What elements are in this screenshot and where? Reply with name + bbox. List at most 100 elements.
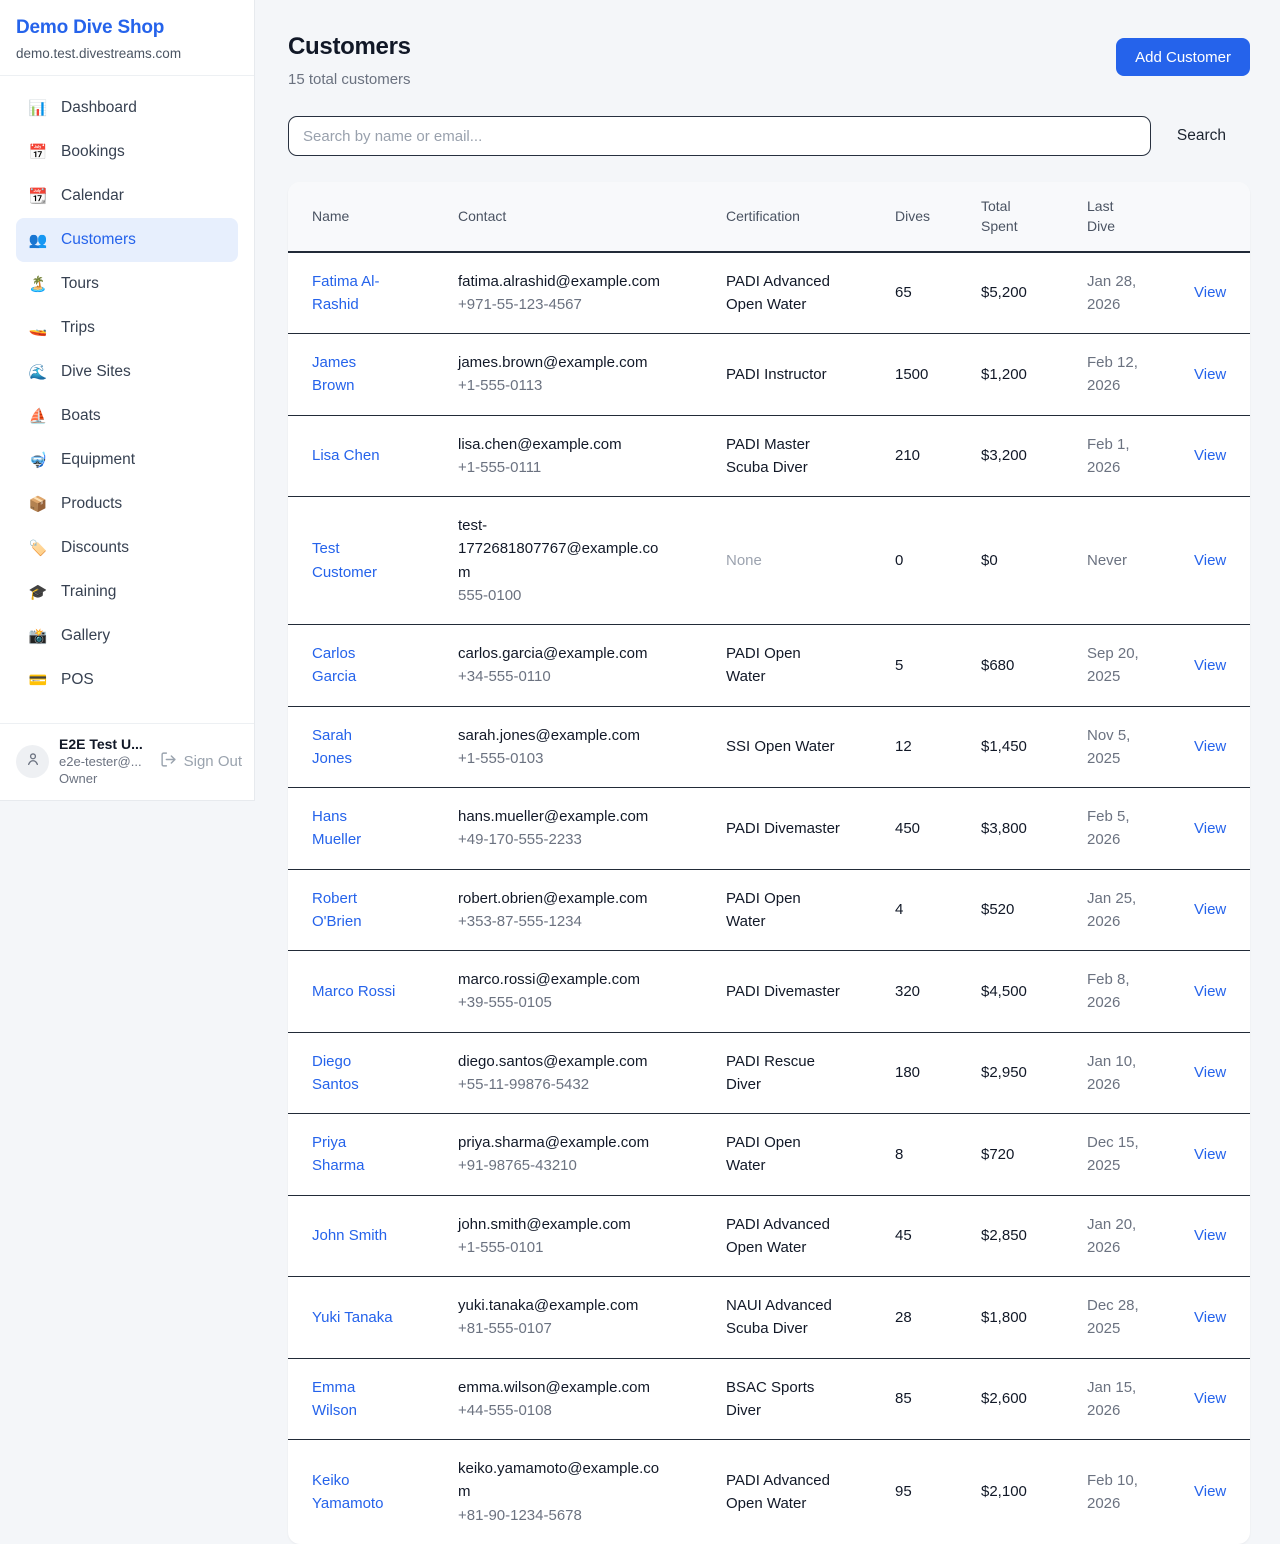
customer-email: test-1772681807767@example.com: [458, 514, 668, 584]
sidebar-item-discounts[interactable]: 🏷️Discounts: [16, 526, 238, 570]
customer-email: emma.wilson@example.com: [458, 1376, 668, 1399]
customer-last-dive: Feb 1, 2026: [1087, 433, 1145, 480]
customer-name-link[interactable]: Sarah Jones: [312, 724, 396, 771]
customer-name-link[interactable]: James Brown: [312, 351, 396, 398]
training-icon: 🎓: [28, 583, 48, 601]
sidebar-item-products[interactable]: 📦Products: [16, 482, 238, 526]
customer-name-link[interactable]: Test Customer: [312, 537, 396, 584]
table-row: Hans Mueller hans.mueller@example.com+49-…: [288, 788, 1250, 870]
customer-certification: PADI Open Water: [726, 1131, 842, 1178]
customer-phone: +39-555-0105: [458, 991, 668, 1014]
customer-email: marco.rossi@example.com: [458, 968, 668, 991]
equipment-icon: 🤿: [28, 451, 48, 469]
view-customer-link[interactable]: View: [1194, 1483, 1226, 1500]
view-customer-link[interactable]: View: [1194, 1146, 1226, 1163]
table-row: Marco Rossi marco.rossi@example.com+39-55…: [288, 951, 1250, 1033]
sidebar-item-trips[interactable]: 🚤Trips: [16, 306, 238, 350]
sign-out-icon: [160, 751, 177, 772]
customer-name-link[interactable]: Priya Sharma: [312, 1131, 396, 1178]
view-customer-link[interactable]: View: [1194, 552, 1226, 569]
customer-name-link[interactable]: Hans Mueller: [312, 805, 396, 852]
sidebar-item-dive-sites[interactable]: 🌊Dive Sites: [16, 350, 238, 394]
view-customer-link[interactable]: View: [1194, 1227, 1226, 1244]
view-customer-link[interactable]: View: [1194, 447, 1226, 464]
customer-last-dive: Dec 28, 2025: [1087, 1294, 1145, 1341]
customer-dives: 180: [885, 1032, 971, 1114]
search-input[interactable]: [288, 116, 1151, 156]
customer-email: fatima.alrashid@example.com: [458, 270, 668, 293]
view-customer-link[interactable]: View: [1194, 738, 1226, 755]
sidebar-item-gallery[interactable]: 📸 Gallery: [16, 614, 238, 658]
customer-certification: PADI Master Scuba Diver: [726, 433, 842, 480]
boats-icon: ⛵: [28, 407, 48, 425]
sidebar-item-label: Dashboard: [61, 99, 137, 117]
sidebar-item-bookings[interactable]: 📅Bookings: [16, 130, 238, 174]
column-header-contact: Contact: [448, 182, 716, 252]
customer-phone: +353-87-555-1234: [458, 910, 668, 933]
table-row: Priya Sharmapriya.sharma@example.com+91-…: [288, 1114, 1250, 1196]
view-customer-link[interactable]: View: [1194, 366, 1226, 383]
customer-total-spent: $5,200: [971, 252, 1077, 334]
view-customer-link[interactable]: View: [1194, 1064, 1226, 1081]
customer-last-dive: Feb 5, 2026: [1087, 805, 1145, 852]
sign-out-button[interactable]: Sign Out: [160, 751, 242, 772]
customer-name-link[interactable]: Fatima Al-Rashid: [312, 270, 396, 317]
customer-name-link[interactable]: Yuki Tanaka: [312, 1306, 393, 1329]
customer-name-link[interactable]: Emma Wilson: [312, 1376, 396, 1423]
calendar-icon: 📆: [28, 187, 48, 205]
user-email: e2e-tester@...: [59, 754, 150, 769]
customer-total-spent: $720: [971, 1114, 1077, 1196]
add-customer-button[interactable]: Add Customer: [1116, 38, 1250, 76]
customer-phone: +1-555-0103: [458, 747, 668, 770]
customer-certification: BSAC Sports Diver: [726, 1376, 842, 1423]
customer-name-link[interactable]: Marco Rossi: [312, 980, 395, 1003]
customer-email: hans.mueller@example.com: [458, 805, 668, 828]
sidebar-item-boats[interactable]: ⛵Boats: [16, 394, 238, 438]
sidebar-item-calendar[interactable]: 📆Calendar: [16, 174, 238, 218]
customer-phone: +49-170-555-2233: [458, 828, 668, 851]
customer-email: keiko.yamamoto@example.com: [458, 1457, 668, 1504]
search-row: Search: [288, 116, 1250, 156]
customer-dives: 1500: [885, 334, 971, 416]
sidebar-item-tours[interactable]: 🏝️Tours: [16, 262, 238, 306]
sidebar-footer: E2E Test U... e2e-tester@... Owner Sign …: [0, 723, 254, 800]
customer-name-link[interactable]: Robert O'Brien: [312, 887, 396, 934]
view-customer-link[interactable]: View: [1194, 1390, 1226, 1407]
table-row: John Smithjohn.smith@example.com+1-555-0…: [288, 1195, 1250, 1277]
column-header-total-spent: Total Spent: [971, 182, 1077, 252]
customer-certification: PADI Open Water: [726, 887, 842, 934]
customer-name-link[interactable]: Diego Santos: [312, 1050, 396, 1097]
customer-total-spent: $0: [971, 497, 1077, 625]
sidebar-item-equipment[interactable]: 🤿Equipment: [16, 438, 238, 482]
sidebar-item-customers[interactable]: 👥Customers: [16, 218, 238, 262]
view-customer-link[interactable]: View: [1194, 657, 1226, 674]
customer-dives: 85: [885, 1358, 971, 1440]
view-customer-link[interactable]: View: [1194, 983, 1226, 1000]
view-customer-link[interactable]: View: [1194, 284, 1226, 301]
page-subtitle: 15 total customers: [288, 71, 411, 88]
table-row: Yuki Tanakayuki.tanaka@example.com+81-55…: [288, 1277, 1250, 1359]
table-header: Name Contact Certification Dives Total S…: [288, 182, 1250, 252]
customer-phone: +1-555-0113: [458, 374, 668, 397]
gallery-icon: 📸: [28, 627, 48, 645]
customer-name-link[interactable]: Carlos Garcia: [312, 642, 396, 689]
customer-certification: PADI Instructor: [726, 363, 827, 386]
customer-name-link[interactable]: Keiko Yamamoto: [312, 1469, 396, 1516]
customer-name-link[interactable]: John Smith: [312, 1224, 387, 1247]
customer-name-link[interactable]: Lisa Chen: [312, 444, 380, 467]
sidebar-item-dashboard[interactable]: 📊Dashboard: [16, 86, 238, 130]
view-customer-link[interactable]: View: [1194, 820, 1226, 837]
view-customer-link[interactable]: View: [1194, 901, 1226, 918]
search-button[interactable]: Search: [1151, 127, 1250, 145]
sidebar-item-label: Gallery: [61, 627, 110, 645]
sidebar-item-training[interactable]: 🎓Training: [16, 570, 238, 614]
sidebar-item-pos[interactable]: 💳POS: [16, 658, 238, 702]
table-row: Keiko Yamamoto keiko.yamamoto@example.com…: [288, 1440, 1250, 1544]
customer-last-dive: Jan 15, 2026: [1087, 1376, 1145, 1423]
customer-dives: 320: [885, 951, 971, 1033]
products-icon: 📦: [28, 495, 48, 513]
customer-certification: PADI Advanced Open Water: [726, 1213, 842, 1260]
view-customer-link[interactable]: View: [1194, 1309, 1226, 1326]
user-role: Owner: [59, 771, 150, 786]
customer-phone: +34-555-0110: [458, 665, 668, 688]
